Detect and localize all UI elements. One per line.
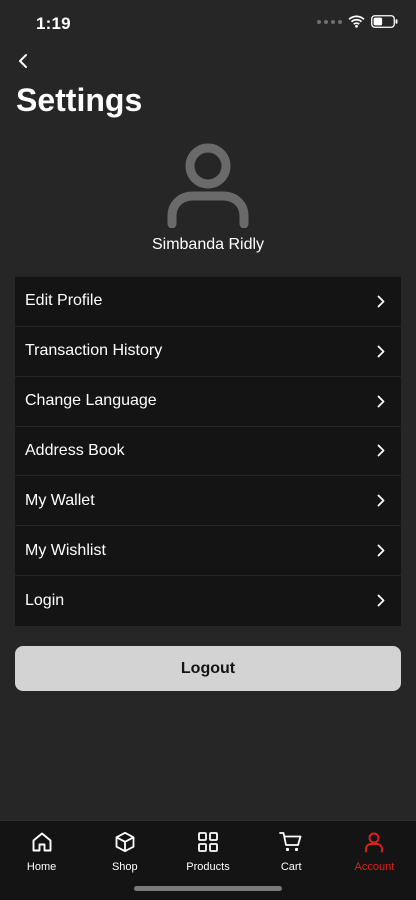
home-icon xyxy=(30,830,54,854)
chevron-right-icon xyxy=(375,344,387,358)
menu-item-address-book[interactable]: Address Book xyxy=(15,427,401,477)
chevron-right-icon xyxy=(375,294,387,308)
menu-item-label: Change Language xyxy=(25,392,157,410)
status-time: 1:19 xyxy=(36,14,71,33)
menu-item-label: My Wishlist xyxy=(25,541,106,559)
home-indicator[interactable] xyxy=(134,886,282,891)
user-icon xyxy=(362,830,386,854)
tab-label: Home xyxy=(26,861,57,873)
profile-name: Simbanda Ridly xyxy=(151,236,265,253)
settings-screen: 1:19 Settings Simbanda Ridly Edit Profil… xyxy=(0,0,416,900)
tab-label: Account xyxy=(354,861,395,873)
tab-home[interactable]: Home xyxy=(0,821,83,900)
chevron-right-icon xyxy=(375,544,387,558)
tab-label: Shop xyxy=(111,861,138,873)
chevron-right-icon xyxy=(375,394,387,408)
battery-icon xyxy=(371,15,398,28)
menu-item-change-language[interactable]: Change Language xyxy=(15,377,401,427)
menu-item-label: My Wallet xyxy=(25,491,95,509)
chevron-right-icon xyxy=(375,594,387,608)
box-icon xyxy=(113,830,137,854)
signal-icon xyxy=(317,19,342,24)
tab-label: Products xyxy=(186,861,230,873)
logout-button[interactable]: Logout xyxy=(15,646,401,691)
chevron-left-icon xyxy=(19,54,27,68)
status-icons xyxy=(317,15,398,28)
menu-item-edit-profile[interactable]: Edit Profile xyxy=(15,277,401,327)
menu-item-my-wallet[interactable]: My Wallet xyxy=(15,476,401,527)
tab-account[interactable]: Account xyxy=(333,821,416,900)
settings-menu: Edit Profile Transaction History Change … xyxy=(15,277,401,626)
menu-item-label: Login xyxy=(25,591,65,609)
wifi-icon xyxy=(348,15,365,28)
menu-item-label: Transaction History xyxy=(25,342,163,360)
menu-item-my-wishlist[interactable]: My Wishlist xyxy=(15,526,401,577)
status-bar: 1:19 xyxy=(0,0,416,48)
chevron-right-icon xyxy=(375,494,387,508)
page-title: Settings xyxy=(16,82,143,118)
tab-label: Cart xyxy=(280,861,302,873)
avatar-user-icon xyxy=(167,143,249,228)
cart-icon xyxy=(279,830,303,854)
menu-item-label: Edit Profile xyxy=(25,292,103,310)
grid-icon xyxy=(196,830,220,854)
chevron-right-icon xyxy=(375,444,387,458)
menu-item-label: Address Book xyxy=(25,441,125,459)
menu-item-transaction-history[interactable]: Transaction History xyxy=(15,327,401,377)
menu-item-login[interactable]: Login xyxy=(15,576,401,626)
back-button[interactable] xyxy=(10,48,36,74)
